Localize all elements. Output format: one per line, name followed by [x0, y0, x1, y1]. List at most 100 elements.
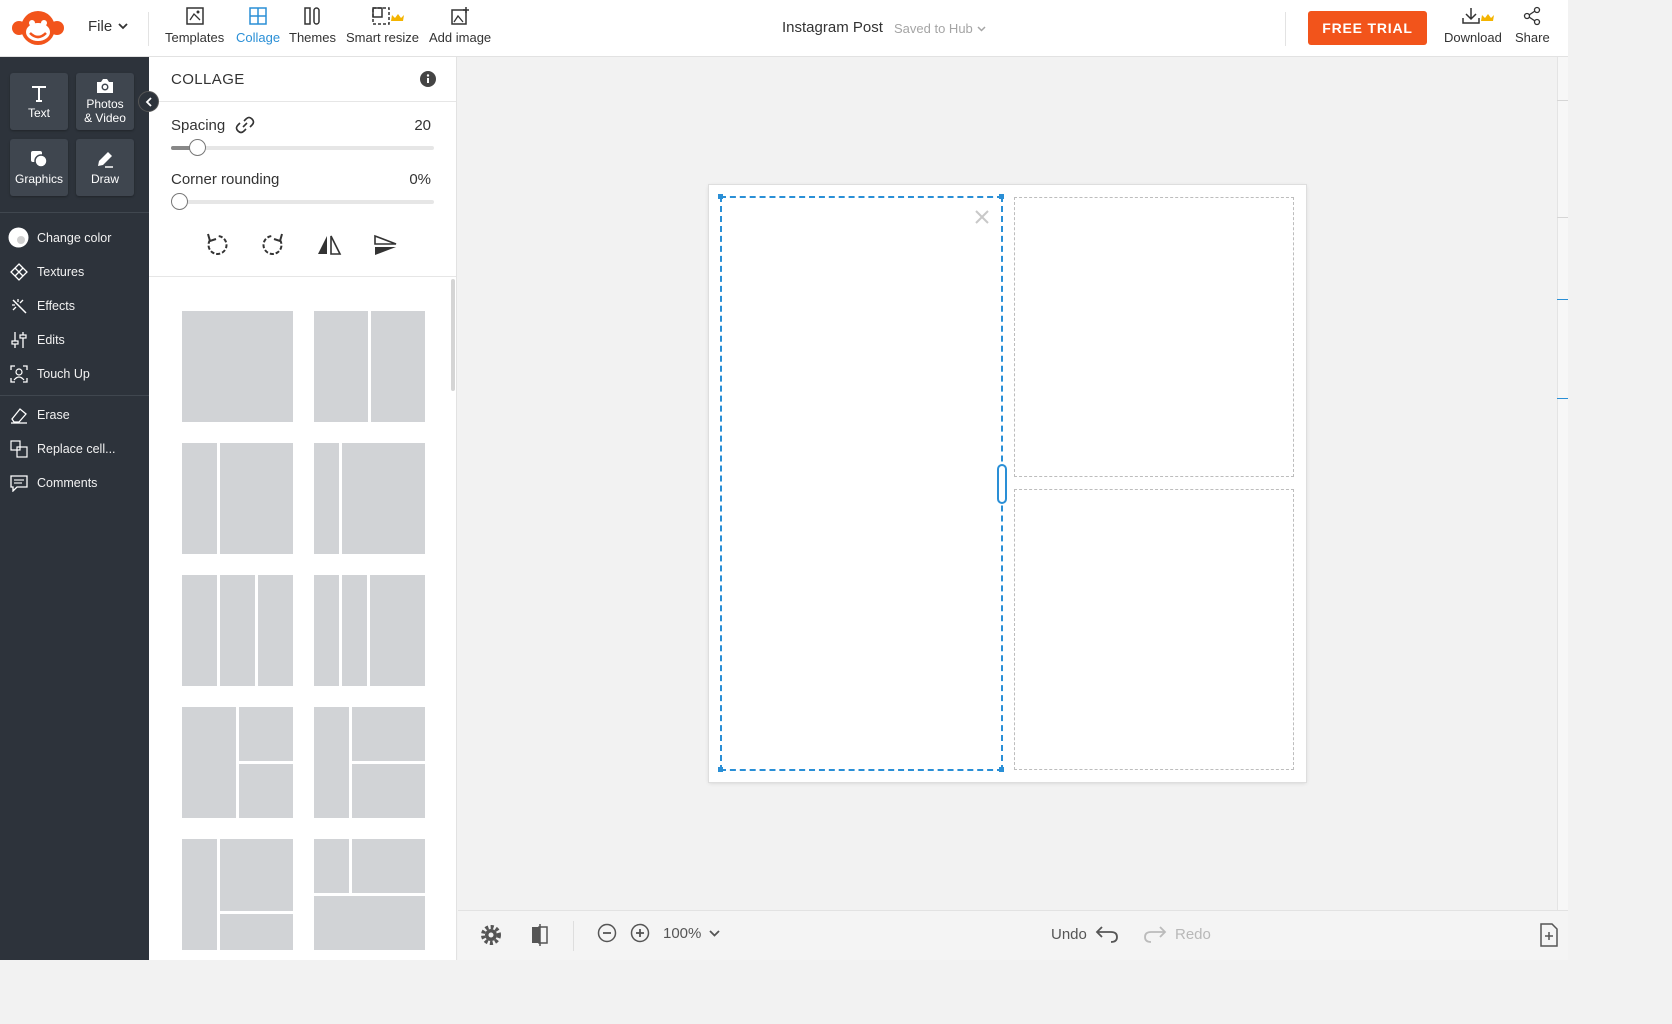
- sliders-icon: [8, 329, 29, 350]
- undo-label: Undo: [1051, 925, 1087, 943]
- rail-item-replace-cell[interactable]: Replace cell...: [8, 438, 116, 459]
- layout-option-two-columns[interactable]: [314, 311, 425, 422]
- text-icon: [32, 86, 46, 102]
- tool-collage[interactable]: Collage: [236, 6, 280, 45]
- flip-horizontal-button[interactable]: [316, 232, 342, 258]
- layout-cell: [314, 311, 368, 422]
- flip-vertical-button[interactable]: [372, 232, 398, 258]
- tool-add-image-label: Add image: [429, 30, 492, 45]
- save-status[interactable]: Saved to Hub: [894, 21, 986, 36]
- textures-icon: [8, 261, 29, 282]
- photos-video-label-2: & Video: [84, 111, 126, 125]
- divider: [1557, 217, 1568, 218]
- layout-option-three-columns[interactable]: [182, 575, 293, 686]
- close-icon[interactable]: [973, 208, 991, 226]
- corner-slider-knob[interactable]: [171, 193, 188, 210]
- text-tool-button[interactable]: Text: [10, 73, 68, 130]
- zoom-level-dropdown[interactable]: 100%: [663, 925, 721, 942]
- artboard[interactable]: [709, 185, 1306, 782]
- rotate-right-button[interactable]: [260, 232, 286, 258]
- layout-cell: [182, 443, 217, 554]
- rail-item-change-color[interactable]: Change color: [8, 227, 111, 248]
- undo-button[interactable]: Undo: [1051, 925, 1119, 943]
- collage-cell-left[interactable]: [720, 196, 1003, 771]
- chevron-left-icon: [145, 96, 152, 107]
- graphics-icon: [31, 151, 48, 168]
- tool-download[interactable]: Download: [1444, 6, 1502, 45]
- top-toolbar: File Templates Collage Themes Smart resi…: [0, 0, 1568, 57]
- collage-icon: [249, 7, 267, 25]
- layout-option-single[interactable]: [182, 311, 293, 422]
- layout-option-narrow-left[interactable]: [182, 443, 293, 554]
- layout-cell: [314, 707, 349, 818]
- rail-item-comments[interactable]: Comments: [8, 472, 97, 493]
- tool-templates[interactable]: Templates: [165, 6, 224, 45]
- layout-cell: [239, 764, 293, 818]
- layout-option-top-split-bottom-wide[interactable]: [314, 839, 425, 950]
- layout-option-left-plus-two-stacked[interactable]: [182, 707, 293, 818]
- layout-cell: [220, 575, 255, 686]
- tool-download-label: Download: [1444, 30, 1502, 45]
- selection-corner-handle[interactable]: [718, 194, 723, 199]
- draw-button[interactable]: Draw: [76, 139, 134, 196]
- panel-scrollbar[interactable]: [451, 279, 455, 391]
- rail-item-label: Touch Up: [37, 366, 90, 381]
- corner-rounding-label: Corner rounding: [171, 171, 280, 188]
- layout-option-three-columns-wide-right[interactable]: [314, 575, 425, 686]
- layout-option-slim-left[interactable]: [314, 443, 425, 554]
- selection-corner-handle[interactable]: [999, 767, 1004, 772]
- rail-item-textures[interactable]: Textures: [8, 261, 84, 282]
- add-page-button[interactable]: [1539, 923, 1559, 947]
- rotate-left-icon: [207, 233, 228, 255]
- rail-item-erase[interactable]: Erase: [8, 404, 70, 425]
- layout-option-narrow-left-plus-two-stacked[interactable]: [314, 707, 425, 818]
- collage-cell-top-right[interactable]: [1014, 197, 1294, 477]
- spacing-slider[interactable]: [171, 139, 434, 156]
- collage-cell-bottom-right[interactable]: [1014, 489, 1294, 770]
- layout-cell: [371, 311, 425, 422]
- pencil-icon: [98, 152, 113, 168]
- compare-button[interactable]: [529, 923, 551, 947]
- layout-cell: [352, 764, 425, 818]
- tool-add-image[interactable]: Add image: [429, 6, 491, 45]
- rail-item-edits[interactable]: Edits: [8, 329, 65, 350]
- layout-cell: [352, 839, 425, 893]
- right-panel-edge[interactable]: [1557, 57, 1568, 910]
- corner-rounding-slider[interactable]: [171, 193, 434, 210]
- rotate-left-button[interactable]: [204, 232, 230, 258]
- cell-resize-handle[interactable]: [997, 464, 1007, 504]
- selection-corner-handle[interactable]: [999, 194, 1004, 199]
- tool-themes[interactable]: Themes: [289, 6, 336, 45]
- spacing-slider-knob[interactable]: [188, 139, 206, 156]
- settings-button[interactable]: [479, 923, 503, 947]
- draw-label: Draw: [90, 172, 119, 186]
- redo-button[interactable]: Redo: [1143, 925, 1211, 943]
- layout-cell: [220, 443, 293, 554]
- rail-item-effects[interactable]: Effects: [8, 295, 75, 316]
- picmonkey-logo[interactable]: [10, 8, 66, 48]
- divider: [1557, 100, 1568, 101]
- collapse-panel-button[interactable]: [138, 91, 159, 112]
- tool-share[interactable]: Share: [1515, 6, 1550, 45]
- tool-smart-resize[interactable]: Smart resize: [346, 6, 419, 45]
- layout-cell: [258, 575, 293, 686]
- graphics-button[interactable]: Graphics: [10, 139, 68, 196]
- zoom-out-button[interactable]: [597, 923, 617, 943]
- layout-cell: [220, 839, 293, 911]
- rail-item-touch-up[interactable]: Touch Up: [8, 363, 90, 384]
- info-icon[interactable]: [420, 71, 436, 92]
- zoom-in-button[interactable]: [630, 923, 650, 943]
- comment-icon: [8, 472, 29, 493]
- layout-cell: [342, 575, 367, 686]
- file-menu[interactable]: File: [88, 18, 128, 35]
- photos-video-button[interactable]: Photos & Video: [76, 73, 134, 130]
- photos-video-label-1: Photos: [86, 97, 124, 111]
- link-icon[interactable]: [235, 116, 255, 134]
- document-title[interactable]: Instagram Post: [782, 19, 883, 36]
- layout-option-left-plus-tall-top[interactable]: [182, 839, 293, 950]
- free-trial-button[interactable]: FREE TRIAL: [1308, 11, 1427, 45]
- compare-icon: [532, 924, 548, 946]
- selection-corner-handle[interactable]: [718, 767, 723, 772]
- magic-wand-icon: [8, 295, 29, 316]
- camera-icon: [97, 79, 113, 93]
